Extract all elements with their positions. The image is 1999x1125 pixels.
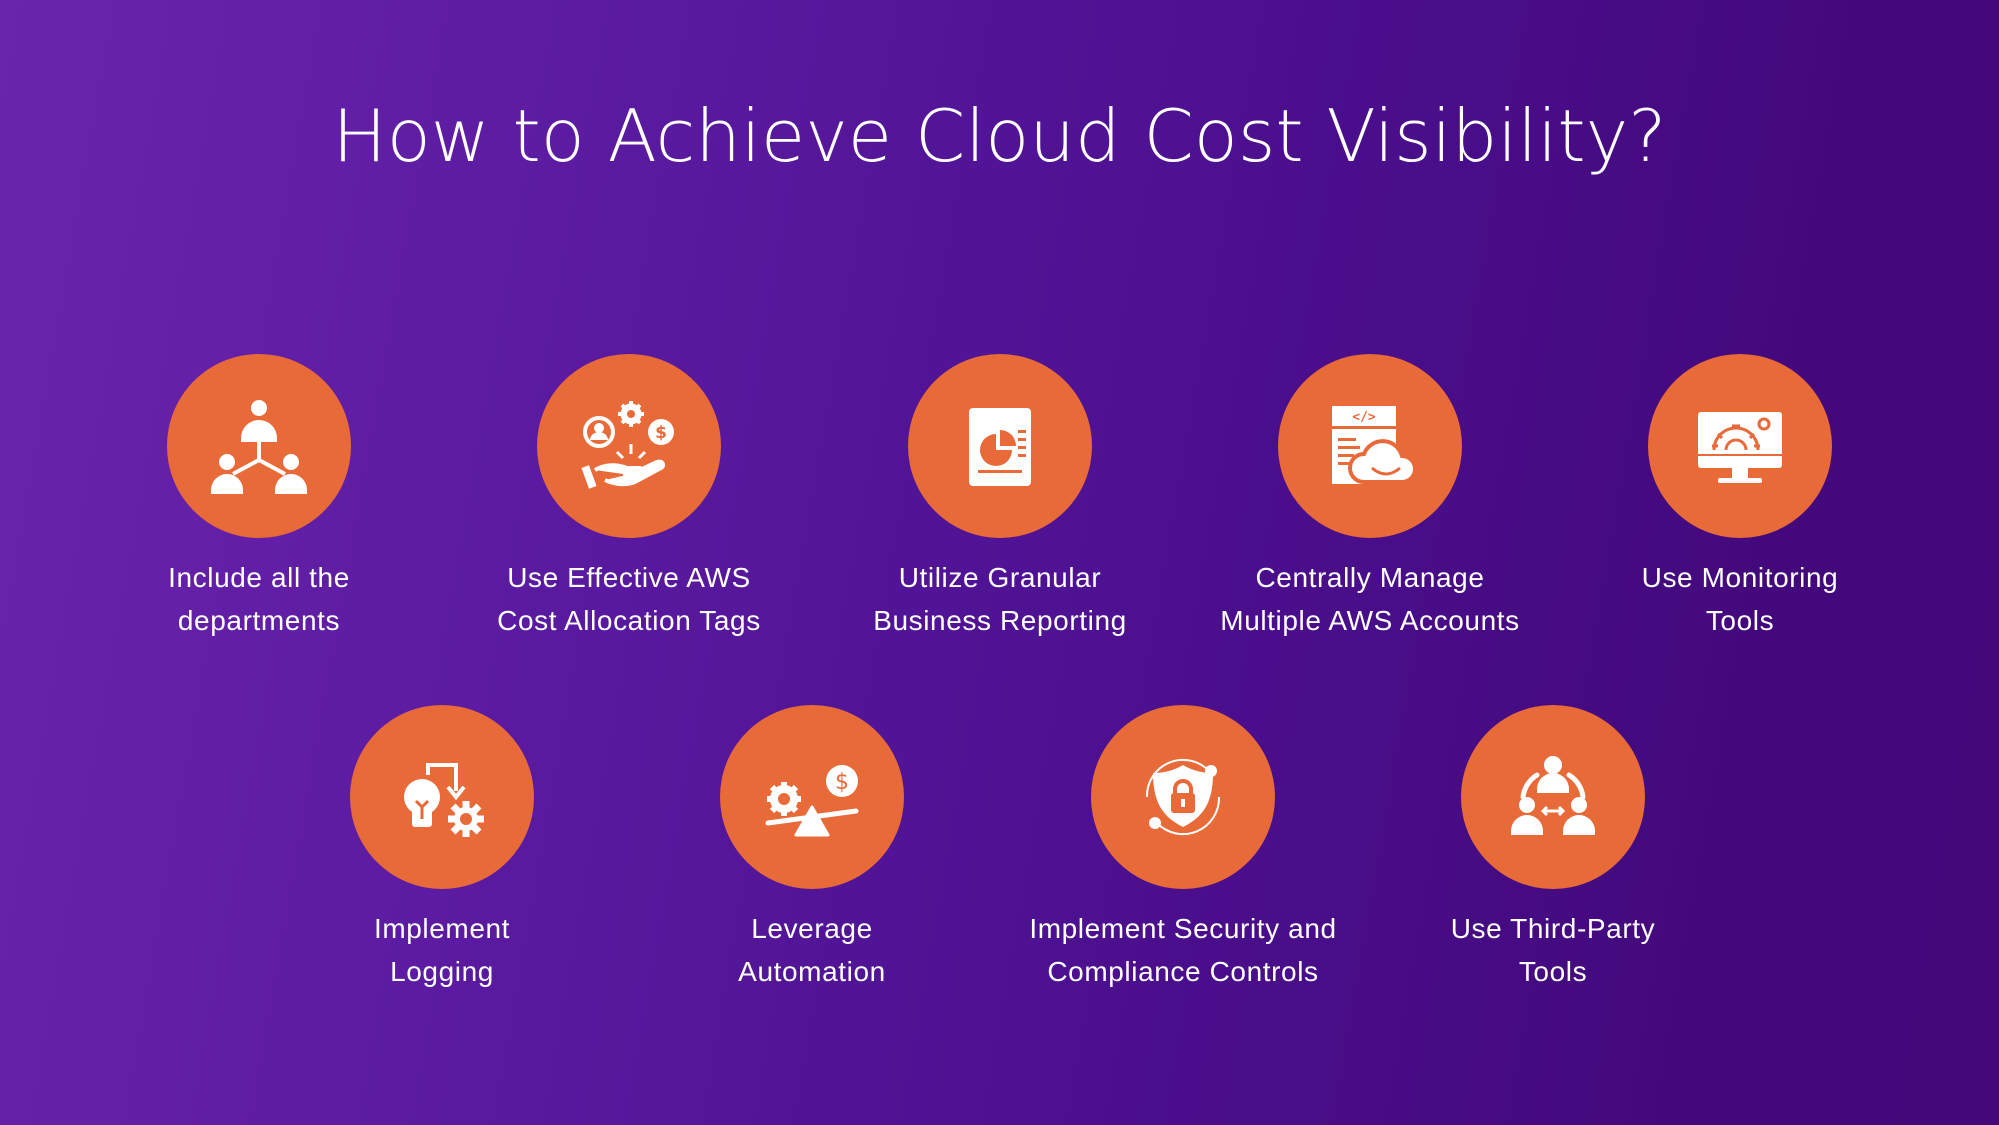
step-label: Utilize Granular Business Reporting bbox=[873, 562, 1127, 636]
page-title: How to Achieve Cloud Cost Visibility? bbox=[332, 94, 1667, 178]
icon-circle: $ bbox=[537, 354, 721, 538]
step-label: Implement Security and Compliance Contro… bbox=[1029, 913, 1337, 987]
step-third-party-tools: Use Third-Party Tools bbox=[1353, 705, 1753, 993]
org-people-icon bbox=[211, 400, 307, 494]
report-chart-icon bbox=[969, 408, 1031, 486]
step-include-departments: Include all the departments bbox=[59, 354, 459, 642]
step-implement-logging: Implement Logging bbox=[242, 705, 642, 993]
step-cost-allocation-tags: $ Use Effective AWS Cost Allocation Tags bbox=[429, 354, 829, 642]
step-label: Use Third-Party Tools bbox=[1450, 913, 1656, 987]
svg-text:$: $ bbox=[655, 423, 667, 443]
monitor-gear-icon bbox=[1698, 412, 1782, 483]
step-manage-accounts: </> Centrally Manage Multiple AWS Accoun… bbox=[1170, 354, 1570, 642]
icon-circle bbox=[350, 705, 534, 889]
bulb-gear-icon bbox=[404, 763, 484, 837]
icon-circle bbox=[167, 354, 351, 538]
svg-text:</>: </> bbox=[1352, 410, 1376, 425]
hand-tags-icon: $ bbox=[581, 401, 674, 489]
code-cloud-icon: </> bbox=[1332, 406, 1417, 484]
icon-circle: $ bbox=[720, 705, 904, 889]
svg-text:$: $ bbox=[835, 770, 849, 795]
step-monitoring-tools: Use Monitoring Tools bbox=[1540, 354, 1940, 642]
icon-circle bbox=[1461, 705, 1645, 889]
step-label: Include all the departments bbox=[168, 562, 350, 636]
team-exchange-icon bbox=[1511, 756, 1595, 835]
balance-scale-icon: $ bbox=[765, 765, 859, 837]
shield-lock-icon bbox=[1145, 758, 1221, 836]
step-leverage-automation: $ Leverage Automation bbox=[612, 705, 1012, 993]
step-label: Leverage Automation bbox=[738, 913, 886, 987]
step-business-reporting: Utilize Granular Business Reporting bbox=[800, 354, 1200, 642]
step-label: Implement Logging bbox=[373, 913, 511, 987]
step-security-compliance: Implement Security and Compliance Contro… bbox=[983, 705, 1383, 993]
step-label: Use Monitoring Tools bbox=[1641, 562, 1839, 636]
icon-circle bbox=[1091, 705, 1275, 889]
icon-circle bbox=[908, 354, 1092, 538]
icon-circle bbox=[1648, 354, 1832, 538]
step-label: Centrally Manage Multiple AWS Accounts bbox=[1220, 562, 1520, 636]
step-label: Use Effective AWS Cost Allocation Tags bbox=[497, 562, 761, 636]
icon-circle: </> bbox=[1278, 354, 1462, 538]
